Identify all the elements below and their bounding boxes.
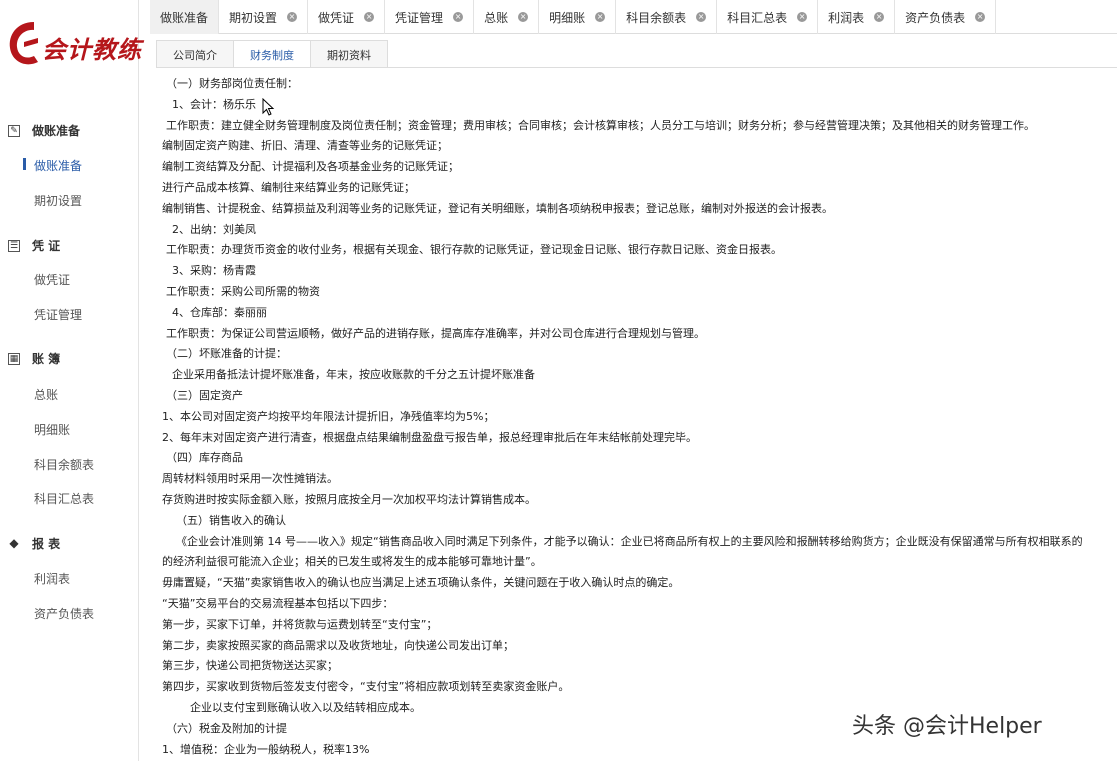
document-line: 工作职责：为保证公司营运顺畅，做好产品的进销存账，提高库存准确率，并对公司仓库进…	[166, 326, 705, 340]
tab-label: 科目汇总表	[727, 10, 788, 25]
sidebar: 会计教练 ✎ 做账准备 做账准备 期初设置 ☰ 凭 证 做凭证 凭证管理 ▦ 账…	[0, 0, 141, 761]
layers-icon: ◆	[9, 535, 19, 550]
document-line: 编制固定资产购建、折旧、清理、清查等业务的记账凭证；	[162, 139, 448, 153]
close-tab-icon[interactable]: ×	[696, 12, 707, 22]
tab-label: 做账准备	[160, 10, 209, 25]
app-logo: 会计教练	[4, 16, 141, 76]
nav-group-voucher[interactable]: ☰ 凭 证	[8, 237, 60, 254]
document-line: 1、本公司对固定资产均按平均年限法计提折旧，净残值率均为5%；	[162, 409, 495, 423]
close-tab-icon[interactable]: ×	[453, 12, 464, 22]
document-line: 第二步，卖家按照买家的商品需求以及收货地址，向快递公司发出订单；	[162, 638, 514, 652]
document-line: 工作职责：办理货币资金的收付业务，根据有关现金、银行存款的记账凭证，登记现金日记…	[166, 243, 782, 257]
sidebar-item-account-summary[interactable]: 科目汇总表	[34, 490, 94, 507]
tab-label: 总账	[484, 10, 509, 25]
sidebar-item-income-statement[interactable]: 利润表	[34, 570, 70, 587]
close-tab-icon[interactable]: ×	[595, 12, 606, 22]
document-line: 2、出纳：刘美凤	[172, 222, 256, 236]
nav-group-label: 做账准备	[32, 124, 81, 138]
active-indicator	[23, 158, 26, 170]
sidebar-item-account-balance[interactable]: 科目余额表	[34, 456, 94, 473]
document-line: 4、仓库部：秦丽丽	[172, 305, 267, 319]
document-line: （一）财务部岗位责任制：	[166, 77, 298, 90]
document-line: （三）固定资产	[166, 388, 243, 402]
document-line: 存货购进时按实际金额入账，按照月底按全月一次加权平均法计算销售成本。	[162, 492, 536, 506]
logo-text: 会计教练	[42, 35, 142, 64]
close-tab-icon[interactable]: ×	[975, 12, 986, 22]
tab-label: 明细账	[549, 10, 586, 25]
document-line: 1、会计：杨乐乐	[172, 97, 256, 111]
document-line: 第三步，快递公司把货物送达买家；	[162, 659, 338, 673]
document-line: 编制工资结算及分配、计提福利及各项基金业务的记账凭证；	[162, 160, 459, 174]
watermark: 头条 @会计Helper	[852, 714, 1042, 739]
close-tab-icon[interactable]: ×	[518, 12, 529, 22]
tab-1[interactable]: 期初设置 ×	[219, 0, 309, 34]
document-line: 工作职责：建立健全财务管理制度及岗位责任制；资金管理；费用审核；合同审核；会计核…	[166, 118, 1035, 132]
nav-group-label: 报 表	[32, 537, 61, 551]
sidebar-item-voucher-manage[interactable]: 凭证管理	[34, 306, 82, 323]
document-line: “天猫”交易平台的交易流程基本包括以下四步：	[162, 596, 394, 610]
ledger-icon: ▦	[8, 352, 20, 365]
sidebar-item-make-voucher[interactable]: 做凭证	[34, 271, 70, 288]
voucher-icon: ☰	[8, 239, 20, 252]
document-line: 第一步，买家下订单，并将货款与运费划转至“支付宝”；	[162, 617, 438, 631]
sidebar-item-balance-sheet[interactable]: 资产负债表	[34, 605, 94, 622]
document-line: （五）销售收入的确认	[176, 513, 286, 527]
nav-group-ledger[interactable]: ▦ 账 簿	[8, 350, 60, 367]
tab-9[interactable]: 资产负债表 ×	[895, 0, 997, 34]
tab-4[interactable]: 总账 ×	[474, 0, 540, 34]
nav-group-reports[interactable]: ◆ 报 表	[8, 535, 60, 552]
tab-label: 利润表	[828, 10, 865, 25]
close-tab-icon[interactable]: ×	[287, 12, 298, 22]
tab-6[interactable]: 科目余额表 ×	[616, 0, 718, 34]
tab-3[interactable]: 凭证管理 ×	[385, 0, 475, 34]
nav-group-label: 账 簿	[32, 352, 61, 366]
sub-tab-divider	[156, 67, 1117, 68]
tab-0[interactable]: 做账准备	[150, 0, 220, 34]
tab-label: 做凭证	[318, 10, 355, 25]
subtab-2[interactable]: 期初资料	[310, 40, 388, 68]
tab-label: 凭证管理	[395, 10, 444, 25]
nav-group-label: 凭 证	[32, 239, 61, 253]
document-line: （二）坏账准备的计提：	[166, 347, 287, 361]
document-line: 2、每年末对固定资产进行清查，根据盘点结果编制盘盈盘亏报告单，报总经理审批后在年…	[162, 430, 697, 444]
subtab-0[interactable]: 公司简介	[156, 40, 234, 68]
document-line: 编制销售、计提税金、结算损益及利润等业务的记账凭证，登记有关明细账，填制各项纳税…	[162, 201, 833, 215]
sidebar-item-general-ledger[interactable]: 总账	[34, 386, 58, 403]
document-line: 工作职责：采购公司所需的物资	[166, 284, 320, 298]
edit-icon: ✎	[8, 124, 20, 137]
close-tab-icon[interactable]: ×	[797, 12, 808, 22]
document-line: 1、增值税：企业为一般纳税人，税率13%	[162, 742, 370, 756]
tab-8[interactable]: 利润表 ×	[818, 0, 896, 34]
tab-label: 资产负债表	[905, 10, 966, 25]
mouse-cursor-icon	[262, 98, 275, 116]
tab-5[interactable]: 明细账 ×	[539, 0, 617, 34]
document-line: 3、采购：杨青霞	[172, 264, 256, 278]
document-line: 进行产品成本核算、编制往来结算业务的记账凭证；	[162, 180, 415, 194]
document-line: 《企业会计准则第 14 号——收入》规定“销售商品收入同时满足下列条件，才能予以…	[176, 534, 1083, 548]
main-tab-bar: 做账准备 期初设置 × 做凭证 × 凭证管理 × 总账 × 明细账 × 科目余额表 × 科目汇总表 × 利润表…	[150, 0, 1117, 34]
sidebar-item-detail-ledger[interactable]: 明细账	[34, 421, 70, 438]
tab-7[interactable]: 科目汇总表 ×	[717, 0, 819, 34]
document-line: 毋庸置疑，“天猫”卖家销售收入的确认也应当满足上述五项确认条件，关键问题在于收入…	[162, 576, 680, 590]
document-line: 的经济利益很可能流入企业；相关的已发生或将发生的成本能够可靠地计量”。	[162, 555, 542, 569]
sub-tab-bar: 公司简介 财务制度 期初资料	[156, 40, 388, 68]
tab-label: 期初设置	[229, 10, 278, 25]
document-line: （四）库存商品	[166, 451, 243, 465]
subtab-1[interactable]: 财务制度	[233, 40, 311, 68]
tab-label: 科目余额表	[626, 10, 687, 25]
close-tab-icon[interactable]: ×	[874, 12, 885, 22]
sidebar-item-preparation[interactable]: 做账准备	[34, 157, 82, 174]
sidebar-item-opening-setup[interactable]: 期初设置	[34, 192, 82, 209]
nav-group-preparation[interactable]: ✎ 做账准备	[8, 122, 80, 139]
document-line: 第四步，买家收到货物后签发支付密令，“支付宝”将相应款项划转至卖家资金账户。	[162, 680, 570, 694]
close-tab-icon[interactable]: ×	[364, 12, 375, 22]
tab-2[interactable]: 做凭证 ×	[308, 0, 386, 34]
document-line: 企业采用备抵法计提坏账准备，年末，按应收账款的千分之五计提坏账准备	[172, 368, 535, 382]
policy-document: （一）财务部岗位责任制： 1、会计：杨乐乐工作职责：建立健全财务管理制度及岗位责任…	[162, 74, 1117, 760]
document-line: 周转材料领用时采用一次性摊销法。	[162, 472, 338, 486]
